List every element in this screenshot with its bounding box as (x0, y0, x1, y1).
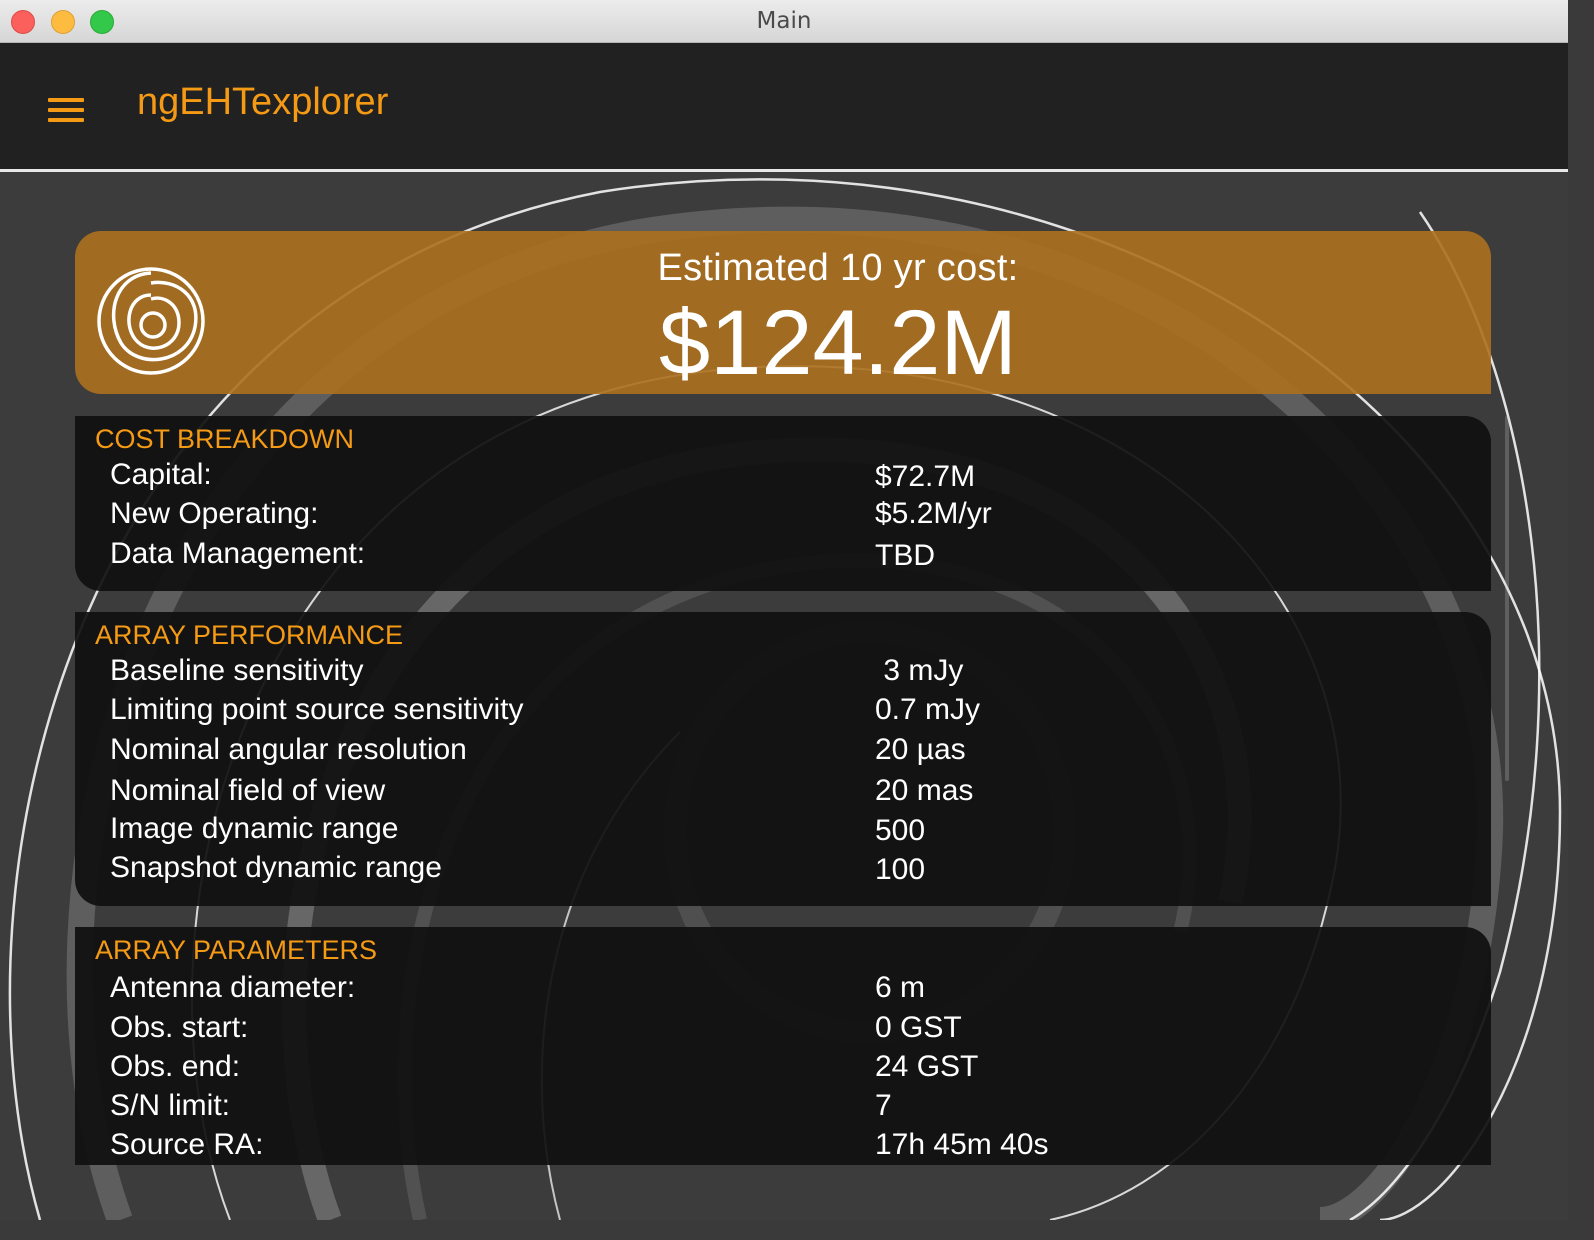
row-label: Capital: (110, 458, 212, 491)
row-value: 3 mJy (875, 654, 964, 687)
row-value: 7 (875, 1089, 892, 1122)
list-item: Nominal angular resolution 20 µas (75, 733, 1491, 769)
row-value: 0.7 mJy (875, 693, 981, 726)
list-item: Limiting point source sensitivity 0.7 mJ… (75, 693, 1491, 729)
vertical-scrollbar[interactable] (1505, 416, 1509, 781)
row-value: 20 mas (875, 774, 974, 807)
section-title: COST BREAKDOWN (95, 424, 355, 454)
row-label: Nominal angular resolution (110, 733, 467, 766)
app-title: ngEHTexplorer (137, 81, 389, 123)
row-label: Limiting point source sensitivity (110, 693, 524, 726)
list-item: New Operating: $5.2M/yr (75, 497, 1491, 533)
row-value: 100 (875, 853, 926, 886)
row-label: S/N limit: (110, 1089, 230, 1122)
list-item: Source RA: 17h 45m 40s (75, 1128, 1491, 1164)
app-header: ngEHTexplorer (0, 43, 1568, 169)
list-item: S/N limit: 7 (75, 1089, 1491, 1125)
row-value: 0 GST (875, 1011, 962, 1044)
array-parameters-panel: ARRAY PARAMETERS Antenna diameter: 6 m O… (75, 927, 1491, 1165)
row-value: TBD (875, 539, 935, 572)
cost-value: $124.2M (658, 292, 1018, 394)
row-label: Antenna diameter: (110, 971, 356, 1004)
row-label: Data Management: (110, 537, 366, 570)
row-label: Nominal field of view (110, 774, 386, 807)
window-titlebar: Main (0, 0, 1568, 43)
row-value: 6 m (875, 971, 926, 1004)
row-label: Image dynamic range (110, 812, 399, 845)
row-label: Source RA: (110, 1128, 264, 1161)
row-value: 20 µas (875, 733, 966, 766)
row-value: 24 GST (875, 1050, 979, 1083)
list-item: Obs. start: 0 GST (75, 1011, 1491, 1047)
row-label: Snapshot dynamic range (110, 851, 442, 884)
section-title: ARRAY PERFORMANCE (95, 620, 404, 650)
row-label: New Operating: (110, 497, 319, 530)
row-value: 500 (875, 814, 926, 847)
list-item: Data Management: TBD (75, 537, 1491, 573)
app-window: Main ngEHTexplorer Estimated 10 yr cost:… (0, 0, 1568, 1220)
list-item: Snapshot dynamic range 100 (75, 851, 1491, 887)
list-item: Nominal field of view 20 mas (75, 774, 1491, 810)
list-item: Obs. end: 24 GST (75, 1050, 1491, 1086)
list-item: Antenna diameter: 6 m (75, 971, 1491, 1007)
row-value: $72.7M (875, 460, 976, 493)
array-performance-panel: ARRAY PERFORMANCE Baseline sensitivity 3… (75, 612, 1491, 906)
row-value: $5.2M/yr (875, 497, 992, 530)
window-title: Main (756, 8, 812, 34)
row-label: Baseline sensitivity (110, 654, 364, 687)
list-item: Image dynamic range 500 (75, 812, 1491, 848)
list-item: Capital: $72.7M (75, 458, 1491, 494)
estimated-cost-banner: Estimated 10 yr cost: $124.2M (75, 231, 1491, 394)
cost-label: Estimated 10 yr cost: (657, 247, 1019, 289)
row-label: Obs. start: (110, 1011, 249, 1044)
list-item: Baseline sensitivity 3 mJy (75, 654, 1491, 690)
cost-breakdown-panel: COST BREAKDOWN Capital: $72.7M New Opera… (75, 416, 1491, 591)
row-label: Obs. end: (110, 1050, 241, 1083)
hamburger-menu-icon[interactable] (48, 96, 86, 124)
section-title: ARRAY PARAMETERS (95, 935, 378, 965)
row-value: 17h 45m 40s (875, 1128, 1049, 1161)
